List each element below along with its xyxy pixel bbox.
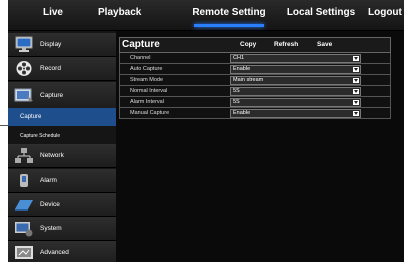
panel-header: Capture Copy Refresh Save (119, 37, 391, 53)
chevron-down-icon (353, 78, 359, 83)
setting-row-auto-capture: Auto Capture Enable (119, 64, 391, 75)
chevron-down-icon (353, 67, 359, 72)
normal-interval-select[interactable]: 5S (230, 87, 361, 96)
stream-mode-label: Stream Mode (130, 77, 164, 83)
stream-mode-select[interactable]: Main stream (230, 76, 361, 85)
tab-logout-label: Logout (368, 7, 402, 18)
chevron-down-icon (353, 100, 359, 105)
copy-button[interactable]: Copy (240, 41, 256, 48)
stream-mode-value: Main stream (233, 77, 264, 83)
device-icon (15, 200, 33, 211)
sidebar-item-device-label: Device (40, 201, 60, 208)
sidebar-item-alarm-label: Alarm (40, 177, 57, 184)
channel-value: CH1 (233, 55, 245, 61)
auto-capture-select[interactable]: Enable (230, 65, 361, 74)
sidebar: Display Record Capture Capture Capture S… (8, 31, 116, 262)
alarm-interval-label: Alarm Interval (130, 99, 164, 105)
sidebar-item-system[interactable]: System (8, 217, 116, 241)
sidebar-item-system-label: System (40, 225, 62, 232)
chevron-down-icon (353, 111, 359, 116)
subitem-capture-label: Capture (20, 114, 42, 120)
sidebar-item-device[interactable]: Device (8, 193, 116, 217)
sidebar-item-display[interactable]: Display (8, 33, 116, 57)
sidebar-item-network-label: Network (40, 152, 64, 159)
advanced-icon (15, 246, 33, 259)
tab-local-settings[interactable]: Local Settings (274, 0, 368, 30)
sidebar-item-record[interactable]: Record (8, 57, 116, 81)
tab-live[interactable]: Live (8, 0, 98, 30)
tab-live-label: Live (42, 7, 63, 18)
sidebar-item-capture-label: Capture (40, 92, 64, 99)
subitem-capture-schedule-label: Capture Schedule (20, 133, 61, 139)
setting-row-stream-mode: Stream Mode Main stream (119, 75, 391, 86)
tab-remote-setting-label: Remote Setting (192, 7, 266, 18)
subitem-capture[interactable]: Capture (8, 108, 116, 126)
setting-row-channel: Channel CH1 (119, 53, 391, 64)
channel-select[interactable]: CH1 (230, 54, 361, 63)
setting-row-alarm-interval: Alarm Interval 5S (119, 97, 391, 108)
sidebar-item-network[interactable]: Network (8, 144, 116, 168)
film-reel-icon (16, 61, 32, 76)
sidebar-item-advanced-label: Advanced (40, 249, 69, 256)
chevron-down-icon (353, 56, 359, 61)
manual-capture-select[interactable]: Enable (230, 109, 361, 118)
sidebar-item-capture[interactable]: Capture (8, 82, 116, 109)
auto-capture-value: Enable (233, 66, 251, 72)
sidebar-item-display-label: Display (40, 41, 62, 48)
manual-capture-value: Enable (233, 110, 251, 116)
tab-playback[interactable]: Playback (98, 0, 184, 30)
top-navigation: Live Playback Remote Setting Local Setti… (8, 0, 404, 31)
alarm-interval-value: 5S (233, 99, 240, 105)
alarm-interval-select[interactable]: 5S (230, 98, 361, 107)
app-window: Live Playback Remote Setting Local Setti… (8, 0, 404, 262)
monitor-icon (15, 36, 33, 52)
manual-capture-label: Manual Capture (130, 110, 170, 116)
setting-row-normal-interval: Normal Interval 5S (119, 86, 391, 97)
chevron-down-icon (353, 89, 359, 94)
page-title: Capture (122, 39, 160, 50)
tab-logout[interactable]: Logout (368, 0, 404, 30)
setting-row-manual-capture: Manual Capture Enable (119, 108, 391, 119)
network-icon (15, 148, 33, 163)
alarm-icon (20, 174, 28, 187)
subitem-capture-schedule[interactable]: Capture Schedule (8, 127, 116, 145)
auto-capture-label: Auto Capture (130, 66, 163, 72)
refresh-button[interactable]: Refresh (274, 41, 298, 48)
capture-icon (14, 88, 33, 102)
normal-interval-label: Normal Interval (130, 88, 168, 94)
sidebar-item-record-label: Record (40, 65, 61, 72)
tab-playback-label: Playback (98, 7, 142, 18)
normal-interval-value: 5S (233, 88, 240, 94)
channel-label: Channel (130, 55, 151, 61)
system-icon (15, 222, 33, 237)
tab-local-settings-label: Local Settings (286, 7, 356, 18)
sidebar-item-alarm[interactable]: Alarm (8, 169, 116, 193)
tab-remote-setting[interactable]: Remote Setting (184, 0, 274, 30)
save-button[interactable]: Save (317, 41, 332, 48)
sidebar-item-advanced[interactable]: Advanced (8, 241, 116, 262)
active-tab-indicator (194, 24, 264, 27)
callout-line (0, 125, 8, 126)
